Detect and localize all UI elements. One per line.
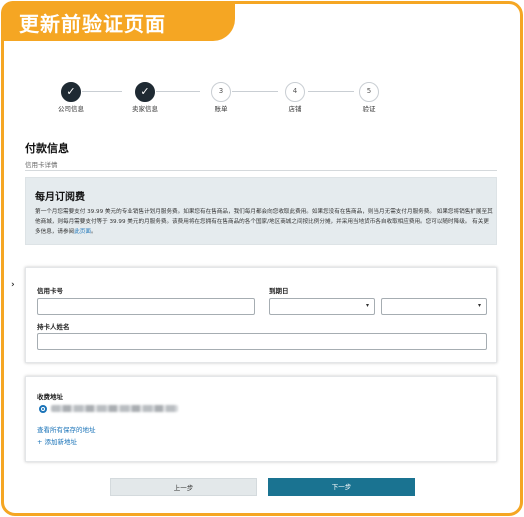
step-label: 店铺 bbox=[288, 105, 302, 113]
card-details-panel: 信用卡号 到期日 ▾ ▾ 持卡人姓名 bbox=[25, 267, 497, 363]
redacted-address bbox=[51, 405, 178, 412]
fee-text-end: 。 bbox=[90, 229, 97, 235]
step-label: 验证 bbox=[362, 105, 376, 113]
step-number: 4 bbox=[285, 82, 305, 102]
step-store: 4 店铺 bbox=[280, 82, 310, 114]
expiry-month-select[interactable]: ▾ bbox=[269, 298, 375, 315]
back-button[interactable]: 上一步 bbox=[110, 478, 257, 496]
step-label: 账单 bbox=[214, 105, 228, 113]
step-company-info: ✓ 公司信息 bbox=[56, 82, 86, 114]
title-banner: 更新前验证页面 bbox=[1, 1, 235, 41]
step-number: 5 bbox=[359, 82, 379, 102]
stepper-connector bbox=[82, 91, 122, 92]
step-billing: 3 账单 bbox=[206, 82, 236, 114]
address-radio[interactable] bbox=[39, 405, 47, 413]
add-new-address-link[interactable]: + 添加新地址 bbox=[37, 436, 77, 446]
divider bbox=[25, 170, 497, 171]
page-subtitle: 信用卡详情 bbox=[25, 161, 58, 169]
cardholder-name-label: 持卡人姓名 bbox=[37, 323, 70, 331]
monthly-fee-notice: 每月订阅费 第一个月您需要支付 39.99 美元的专业销售计划月服务费。如果您有… bbox=[25, 177, 497, 245]
progress-stepper: ✓ 公司信息 ✓ 卖家信息 3 账单 4 店铺 5 验证 bbox=[56, 82, 386, 122]
this-page-link[interactable]: 此页面 bbox=[74, 229, 91, 235]
check-icon: ✓ bbox=[135, 82, 155, 102]
page-title: 付款信息 bbox=[25, 142, 69, 155]
check-icon: ✓ bbox=[61, 82, 81, 102]
expiry-year-select[interactable]: ▾ bbox=[381, 298, 487, 315]
step-seller-info: ✓ 卖家信息 bbox=[130, 82, 160, 114]
step-label: 公司信息 bbox=[58, 105, 84, 113]
billing-address-panel: 收费地址 查看所有保存的地址 + 添加新地址 bbox=[25, 376, 497, 462]
chevron-down-icon: ▾ bbox=[365, 302, 369, 309]
view-saved-addresses-link[interactable]: 查看所有保存的地址 bbox=[37, 424, 96, 434]
stepper-connector bbox=[232, 91, 278, 92]
billing-address-title: 收费地址 bbox=[37, 393, 63, 401]
stepper-connector bbox=[308, 91, 354, 92]
fee-description: 第一个月您需要支付 39.99 美元的专业销售计划月服务费。如果您有在售商品，我… bbox=[35, 207, 493, 237]
banner-title: 更新前验证页面 bbox=[19, 12, 166, 36]
card-number-input[interactable] bbox=[37, 298, 255, 315]
fee-text: 第一个月您需要支付 39.99 美元的专业销售计划月服务费。如果您有在售商品，我… bbox=[35, 209, 493, 235]
step-verify: 5 验证 bbox=[354, 82, 384, 114]
cardholder-name-input[interactable] bbox=[37, 333, 487, 350]
step-label: 卖家信息 bbox=[132, 105, 158, 113]
card-number-label: 信用卡号 bbox=[37, 287, 63, 295]
expiry-label: 到期日 bbox=[269, 287, 289, 295]
fee-title: 每月订阅费 bbox=[35, 192, 85, 203]
step-number: 3 bbox=[211, 82, 231, 102]
next-button[interactable]: 下一步 bbox=[268, 478, 415, 496]
chevron-right-icon[interactable]: › bbox=[11, 280, 15, 290]
chevron-down-icon: ▾ bbox=[477, 302, 481, 309]
stepper-connector bbox=[156, 91, 200, 92]
